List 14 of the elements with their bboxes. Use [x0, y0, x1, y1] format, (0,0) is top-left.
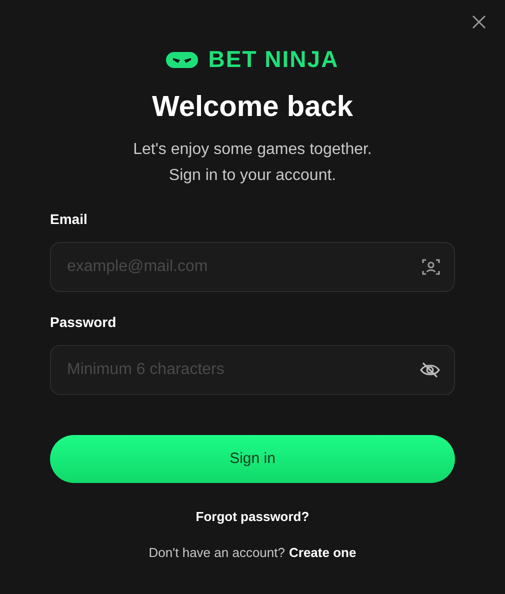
- field-label: Email: [50, 210, 88, 230]
- create-account-link[interactable]: Create one: [289, 542, 356, 562]
- sign-in-button[interactable]: Sign in: [50, 435, 455, 484]
- subtitle-line: Sign in to your account.: [168, 166, 336, 186]
- signup-prompt: Don't have an account?: [148, 544, 285, 562]
- close-button[interactable]: [471, 14, 487, 30]
- face-scan-icon: [421, 257, 441, 278]
- subtitle-line: Let's enjoy some games together.: [133, 140, 372, 160]
- field-label: Password: [50, 313, 118, 332]
- forgot-password-link[interactable]: Forgot password?: [196, 507, 310, 527]
- brand-logo-text: BET NINJA: [208, 48, 339, 71]
- heading: Welcome back: [152, 90, 353, 125]
- mask-icon: [166, 50, 198, 68]
- eye-off-icon[interactable]: [419, 360, 441, 380]
